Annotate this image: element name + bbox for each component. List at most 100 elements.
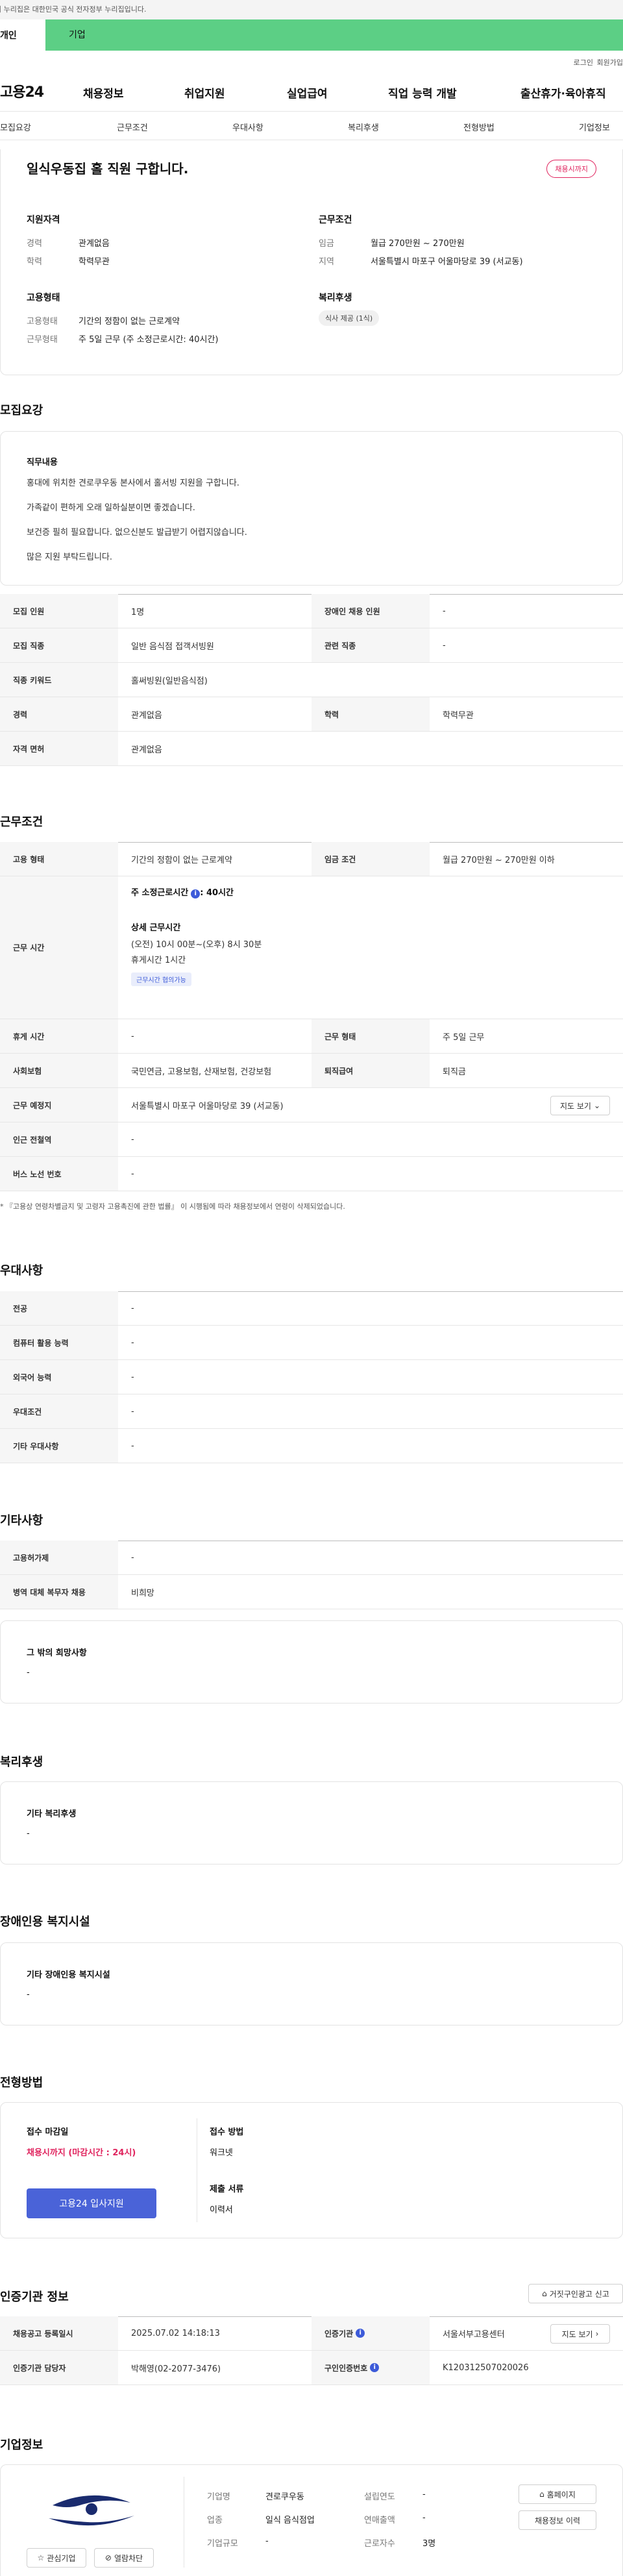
row-label: 기타 우대사항	[0, 1429, 118, 1463]
favorite-label: 관심기업	[47, 2553, 76, 2563]
hours-detail-title: 상세 근무시간	[131, 923, 181, 933]
table-row: 고용허가제 -	[0, 1541, 623, 1575]
qual-value: 학력무관	[79, 257, 110, 267]
table-row: 우대조건 -	[0, 1394, 623, 1429]
subnav-work[interactable]: 근무조건	[117, 121, 148, 133]
menu-unemployment[interactable]: 실업급여	[287, 84, 328, 101]
deadline-value: 채용시까지 (마감시간 : 24시)	[27, 2148, 136, 2158]
info-label: 기업규모	[207, 2539, 238, 2549]
info-value: -	[422, 2490, 426, 2499]
info-label: 설립연도	[364, 2492, 395, 2502]
cond-label: 지역	[319, 257, 334, 267]
tab-personal[interactable]: 개인	[0, 29, 17, 42]
row-label: 사회보험	[0, 1054, 118, 1087]
info-icon[interactable]: i	[370, 2363, 380, 2372]
tab-company[interactable]: 기업	[45, 19, 623, 51]
table-row: 사회보험 국민연금, 고용보험, 산재보험, 건강보험 퇴직급여 퇴직금	[0, 1054, 623, 1088]
menu-employment-support[interactable]: 취업지원	[184, 84, 225, 101]
row-label: 근무 예정지	[0, 1088, 118, 1122]
login-link[interactable]: 로그인	[574, 57, 593, 68]
job-desc-title: 직무내용	[27, 458, 58, 467]
subnav-pref[interactable]: 우대사항	[232, 121, 263, 133]
menu-jobs[interactable]: 채용정보	[83, 84, 124, 101]
table-row: 휴게 시간 - 근무 형태 주 5일 근무	[0, 1019, 623, 1054]
row-value: 비희망	[131, 1588, 154, 1598]
row-value: -	[131, 1337, 134, 1348]
qual-title: 지원자격	[27, 215, 60, 225]
chevron-right-icon: ›	[595, 2329, 599, 2338]
join-link[interactable]: 회원가입	[597, 57, 623, 68]
top-tabs: 개인 기업	[0, 19, 623, 51]
home-icon: ⌂	[542, 2289, 547, 2298]
docs-label: 제출 서류	[210, 2185, 244, 2194]
row-value: -	[131, 1303, 134, 1313]
row-label: 경력	[0, 697, 118, 731]
row-value: -	[131, 1169, 134, 1179]
recruit-title: 모집요강	[0, 404, 43, 417]
company-logo	[27, 2478, 156, 2540]
job-desc-line: 보건증 필히 필요합니다. 없으신분도 발급받기 어렵지않습니다.	[27, 528, 247, 538]
company-title: 기업정보	[0, 2438, 43, 2452]
summary-card: 일식우동집 홀 직원 구합니다. 채용시까지 지원자격 경력 관계없음 학력 학…	[0, 149, 623, 375]
site-logo[interactable]: 고용24	[0, 80, 44, 101]
row-label-text: 인증기관	[324, 2329, 354, 2338]
row-value: 기간의 정함이 없는 근로계약	[131, 855, 232, 865]
etc-title: 기타사항	[0, 1514, 43, 1528]
table-row: 버스 노선 번호 -	[0, 1157, 623, 1191]
deadline-badge: 채용시까지	[546, 160, 596, 178]
welfare-box-title: 기타 복리후생	[27, 1809, 77, 1819]
block-button[interactable]: ⊘ 열람차단	[94, 2548, 154, 2568]
method-label: 접수 방법	[210, 2127, 244, 2137]
main-nav: 고용24 채용정보 취업지원 실업급여 직업 능력 개발 출산휴가·육아휴직	[0, 70, 623, 112]
map-button[interactable]: 지도 보기 ⌄	[550, 1096, 610, 1115]
info-value: 일식 음식점업	[265, 2516, 315, 2525]
etc-box: 그 밖의 희망사항 -	[0, 1620, 623, 1703]
apply-button[interactable]: 고용24 입사지원	[27, 2188, 156, 2218]
menu-leave[interactable]: 출산휴가·육아휴직	[520, 84, 606, 101]
info-icon[interactable]: i	[191, 889, 201, 898]
row-value: 주 5일 근무	[443, 1032, 485, 1043]
job-desc-box: 직무내용 홍대에 위치한 견로쿠우동 본사에서 홀서빙 지원을 구합니다. 가족…	[0, 431, 623, 586]
row-label: 휴게 시간	[0, 1019, 118, 1053]
agency-map-button[interactable]: 지도 보기 ›	[550, 2324, 610, 2344]
row-label: 근무 시간	[0, 876, 118, 1019]
table-row: 근무 예정지 서울특별시 마포구 어울마당로 39 (서교동) 지도 보기 ⌄	[0, 1088, 623, 1122]
row-value: -	[131, 1031, 134, 1041]
info-label: 근로자수	[364, 2539, 395, 2549]
info-icon[interactable]: i	[356, 2329, 365, 2338]
method-value: 워크넷	[210, 2148, 233, 2158]
row-value: 국민연금, 고용보험, 산재보험, 건강보험	[131, 1067, 272, 1077]
info-value: 견로쿠우동	[265, 2492, 304, 2502]
subnav-company[interactable]: 기업정보	[579, 121, 610, 133]
subnav-welfare[interactable]: 복리후생	[348, 121, 379, 133]
screening-box: 접수 마감일 채용시까지 (마감시간 : 24시) 고용24 입사지원 접수 방…	[0, 2102, 623, 2238]
homepage-label: 홈페이지	[546, 2490, 576, 2499]
table-row: 전공 -	[0, 1291, 623, 1326]
row-label: 고용허가제	[0, 1541, 118, 1574]
row-value: 박해영(02-2077-3476)	[131, 2364, 221, 2374]
homepage-button[interactable]: ⌂ 홈페이지	[519, 2484, 596, 2504]
star-icon: ☆	[37, 2553, 45, 2562]
gov-banner: 이 누리집은 대한민국 공식 전자정부 누리집입니다.	[0, 0, 623, 19]
block-icon: ⊘	[104, 2553, 112, 2562]
history-button[interactable]: 채용정보 이력	[519, 2510, 596, 2530]
table-row: 모집 직종 일반 음식점 접객서빙원 관련 직종 -	[0, 628, 623, 663]
etc-box-value: -	[27, 1668, 30, 1678]
agency-title: 인증기관 정보	[0, 2290, 69, 2304]
favorite-button[interactable]: ☆ 관심기업	[27, 2548, 86, 2568]
welfare-box: 기타 복리후생 -	[0, 1781, 623, 1864]
report-button[interactable]: ⌂ 거짓구인광고 신고	[528, 2284, 623, 2303]
subnav-screening[interactable]: 전형방법	[463, 121, 495, 133]
row-value: 월급 270만원 ~ 270만원 이하	[443, 855, 555, 865]
utility-bar: 로그인 회원가입	[0, 51, 623, 70]
gov-banner-text: 이 누리집은 대한민국 공식 전자정부 누리집입니다.	[0, 5, 147, 14]
job-desc-line: 가족같이 편하게 오래 일하실분이면 좋겠습니다.	[27, 503, 195, 513]
disabled-box-title: 기타 장애인용 복지시설	[27, 1970, 110, 1980]
row-value: -	[443, 606, 446, 616]
menu-training[interactable]: 직업 능력 개발	[388, 84, 457, 101]
table-row: 고용 형태 기간의 정함이 없는 근로계약 임금 조건 월급 270만원 ~ 2…	[0, 842, 623, 876]
agency-map-label: 지도 보기	[561, 2329, 593, 2339]
cond-value: 월급 270만원 ~ 270만원	[371, 239, 465, 249]
subnav-recruit[interactable]: 모집요강	[0, 121, 31, 133]
row-label: 인증기관 담당자	[0, 2351, 118, 2384]
